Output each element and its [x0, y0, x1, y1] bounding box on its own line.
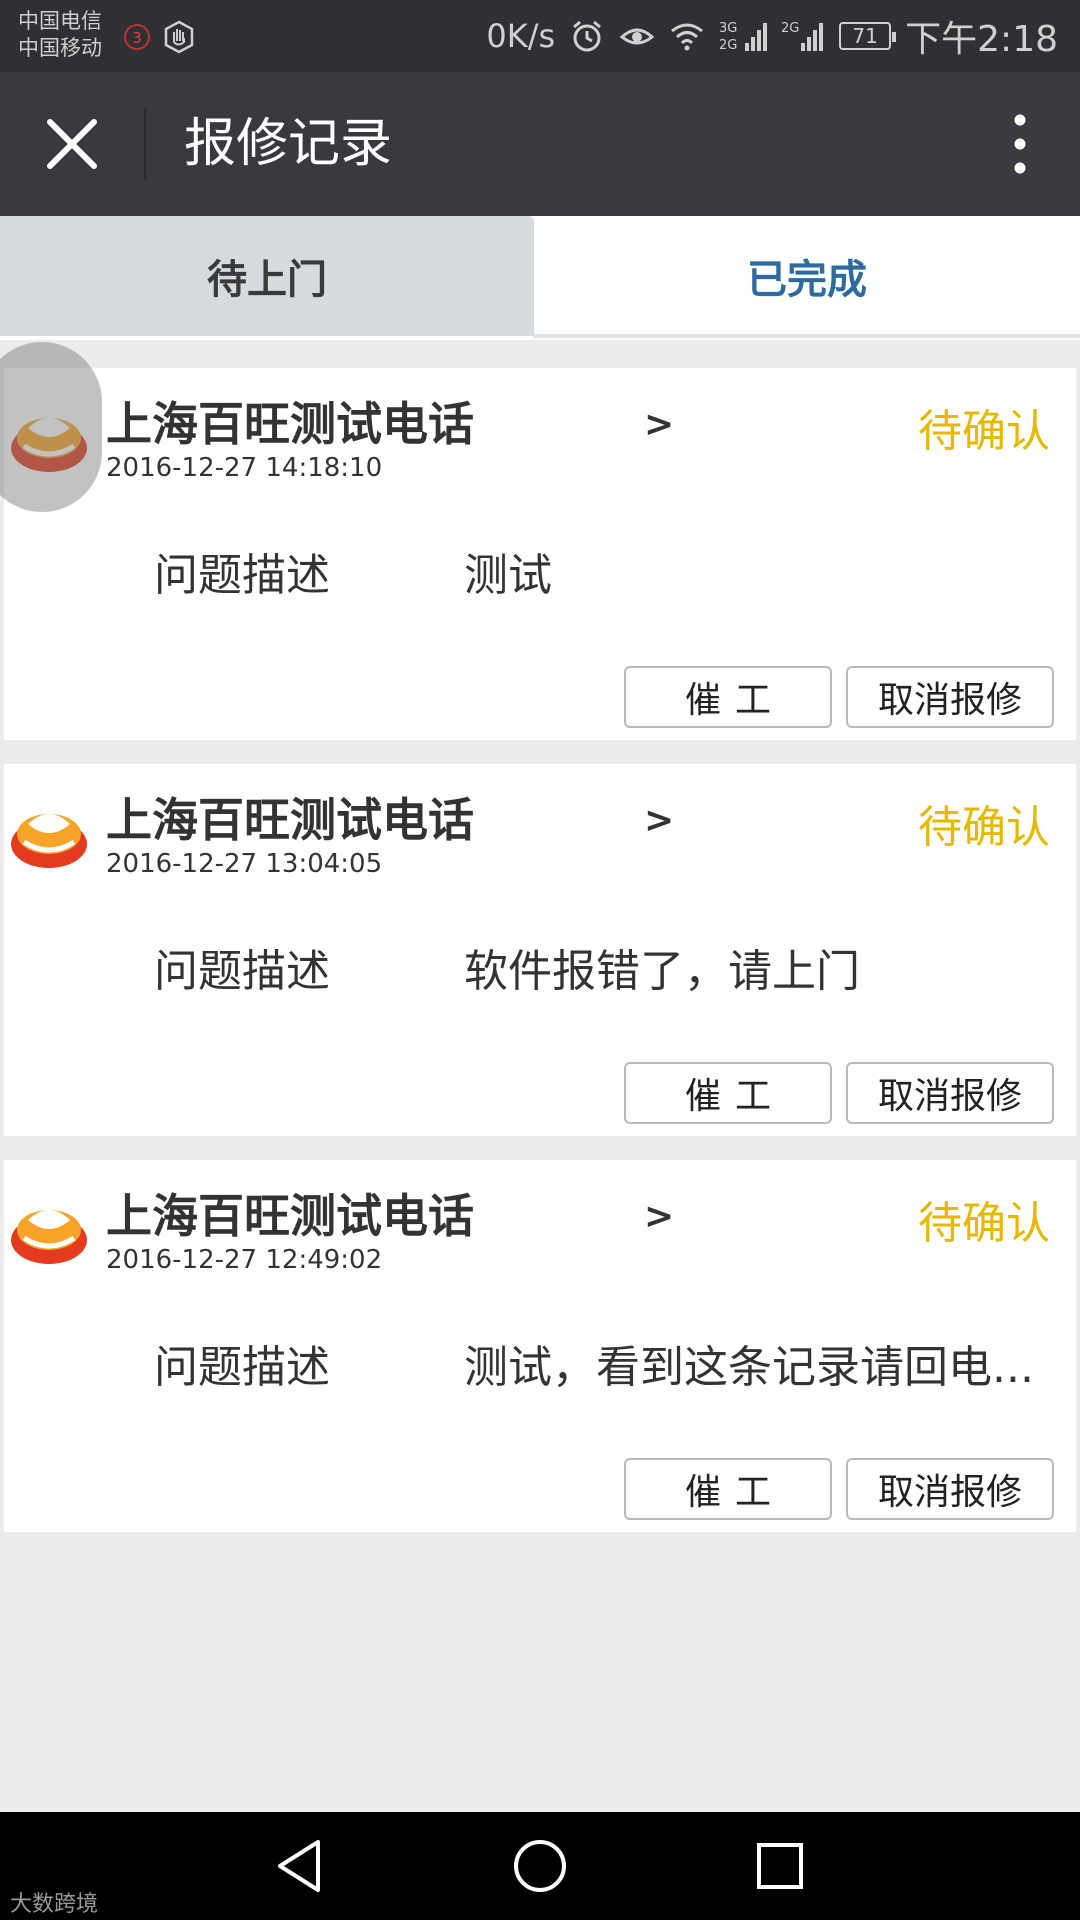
repair-record-card[interactable]: 上海百旺测试电话 > 2016-12-27 14:18:10 待确认 问题描述 … [4, 368, 1076, 740]
svg-text:3G: 3G [719, 21, 737, 36]
hand-icon [164, 20, 194, 54]
recents-square-icon[interactable] [750, 1836, 810, 1896]
description-label: 问题描述 [154, 1342, 330, 1393]
status-bar: 中国电信 中国移动 3 0K/s 3G 2G 2G 71 下午2:18 [0, 0, 1080, 72]
record-timestamp: 2016-12-27 14:18:10 [106, 453, 383, 483]
status-badge: 待确认 [918, 406, 1050, 457]
status-badge: 待确认 [918, 802, 1050, 853]
tab-completed[interactable]: 已完成 [534, 216, 1080, 336]
sim-badge: 3 [124, 24, 150, 50]
clock: 下午2:18 [905, 19, 1058, 60]
tab-pending[interactable]: 待上门 [0, 216, 534, 336]
urge-button[interactable]: 催工 [624, 666, 832, 728]
title-divider [144, 108, 146, 180]
svg-text:2G: 2G [781, 21, 799, 36]
description-value: 测试 [464, 550, 552, 601]
provider-name: 上海百旺测试电话 [106, 397, 474, 451]
cancel-repair-button[interactable]: 取消报修 [846, 1062, 1054, 1124]
system-nav-bar [0, 1812, 1080, 1920]
tab-divider [534, 334, 1080, 338]
detail-arrow[interactable]: > [644, 800, 674, 841]
close-icon[interactable] [40, 112, 104, 176]
signal-icon-1: 3G 2G [719, 21, 768, 53]
repair-record-card[interactable]: 上海百旺测试电话 > 2016-12-27 12:49:02 待确认 问题描述 … [4, 1160, 1076, 1532]
wifi-icon [671, 23, 704, 51]
battery-icon: 71 [839, 22, 897, 50]
carrier-2: 中国移动 [18, 36, 102, 60]
provider-name: 上海百旺测试电话 [106, 793, 474, 847]
carrier-info: 中国电信 中国移动 [18, 8, 102, 62]
description-label: 问题描述 [154, 946, 330, 997]
cancel-repair-button[interactable]: 取消报修 [846, 1458, 1054, 1520]
signal-icon-2: 2G [781, 21, 824, 51]
status-badge: 待确认 [918, 1198, 1050, 1249]
home-circle-icon[interactable] [510, 1836, 570, 1896]
provider-logo-icon [11, 814, 87, 868]
description-value: 软件报错了，请上门 [464, 946, 860, 997]
net-speed: 0K/s [486, 17, 556, 55]
svg-text:2G: 2G [719, 38, 737, 53]
record-timestamp: 2016-12-27 12:49:02 [106, 1245, 383, 1275]
alarm-icon [573, 20, 602, 52]
touch-ripple [0, 342, 102, 512]
eye-icon [619, 28, 655, 45]
detail-arrow[interactable]: > [644, 404, 674, 445]
watermark: 大数跨境 [10, 1892, 99, 1917]
description-value: 测试，看到这条记录请回电... [464, 1342, 1034, 1393]
page-title: 报修记录 [184, 114, 393, 174]
provider-name: 上海百旺测试电话 [106, 1189, 474, 1243]
more-vertical-icon[interactable] [996, 108, 1044, 180]
description-label: 问题描述 [154, 550, 330, 601]
tab-bar: 待上门 已完成 [0, 216, 1080, 340]
status-right: 0K/s 3G 2G 2G 71 下午2:18 [486, 12, 1058, 60]
carrier-1: 中国电信 [18, 9, 102, 33]
back-triangle-icon[interactable] [270, 1836, 330, 1896]
urge-button[interactable]: 催工 [624, 1062, 832, 1124]
cancel-repair-button[interactable]: 取消报修 [846, 666, 1054, 728]
detail-arrow[interactable]: > [644, 1196, 674, 1237]
urge-button[interactable]: 催工 [624, 1458, 832, 1520]
repair-record-card[interactable]: 上海百旺测试电话 > 2016-12-27 13:04:05 待确认 问题描述 … [4, 764, 1076, 1136]
provider-logo-icon [11, 1210, 87, 1264]
title-bar: 报修记录 [0, 72, 1080, 216]
record-timestamp: 2016-12-27 13:04:05 [106, 849, 383, 879]
